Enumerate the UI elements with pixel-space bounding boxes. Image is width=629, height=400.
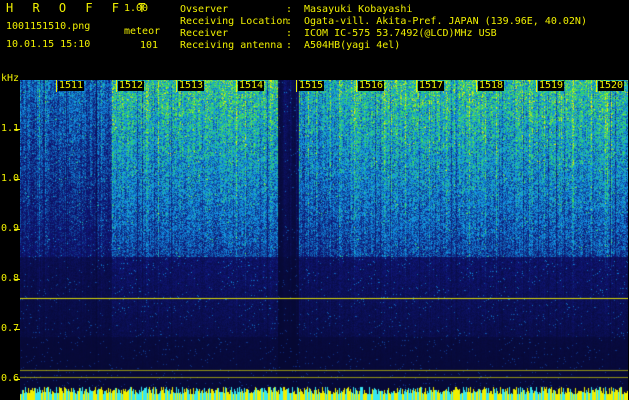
x-tick-mark	[536, 80, 537, 92]
spectrogram-panel	[20, 80, 628, 400]
x-tick-label: 1518	[478, 80, 505, 91]
x-tick-mark	[176, 80, 177, 92]
x-tick-label: 1514	[238, 80, 265, 91]
info-value-receiver: ICOM IC-575 53.7492(@LCD)MHz USB	[304, 28, 497, 39]
info-value-antenna: A504HB(yagi 4el)	[304, 40, 401, 51]
y-tick-mark	[14, 279, 20, 280]
meteor-label: meteor	[124, 26, 161, 37]
info-value-observer: Masayuki Kobayashi	[304, 4, 413, 15]
y-tick-mark	[14, 229, 20, 230]
x-tick-label: 1517	[418, 80, 445, 91]
info-label-observer: Ovserver	[180, 4, 229, 15]
y-tick-mark	[14, 179, 20, 180]
x-tick-mark	[476, 80, 477, 92]
x-tick-mark	[596, 80, 597, 92]
info-colon: :	[286, 28, 293, 39]
info-colon: :	[286, 4, 293, 15]
x-tick-label: 1515	[298, 80, 325, 91]
meteor-count: 101	[140, 40, 159, 51]
file-name: 1001151510.png	[6, 21, 91, 32]
y-tick-mark	[14, 379, 20, 380]
x-tick-label: 1519	[538, 80, 565, 91]
x-tick-label: 1520	[598, 80, 625, 91]
y-tick-mark	[14, 129, 20, 130]
info-label-location: Receiving Location	[180, 16, 289, 27]
app-version: 1.00	[124, 3, 149, 14]
x-tick-mark	[296, 80, 297, 92]
x-tick-mark	[416, 80, 417, 92]
info-label-antenna: Receiving antenna	[180, 40, 283, 51]
x-tick-mark	[116, 80, 117, 92]
x-tick-label: 1513	[178, 80, 205, 91]
info-colon: :	[286, 40, 293, 51]
info-value-location: Ogata-vill. Akita-Pref. JAPAN (139.96E, …	[304, 16, 587, 27]
x-tick-mark	[356, 80, 357, 92]
header-panel: H R O F F T 1.00 1001151510.png 10.01.15…	[0, 0, 629, 84]
spectrogram-canvas	[20, 80, 628, 400]
y-axis-unit: kHz	[1, 73, 20, 84]
x-tick-mark	[236, 80, 237, 92]
x-tick-mark	[56, 80, 57, 92]
y-tick-mark	[14, 329, 20, 330]
info-colon: :	[286, 16, 293, 27]
x-tick-label: 1511	[58, 80, 85, 91]
x-tick-label: 1516	[358, 80, 385, 91]
info-label-receiver: Receiver	[180, 28, 229, 39]
observation-datetime: 10.01.15 15:10	[6, 39, 91, 50]
x-tick-label: 1512	[118, 80, 145, 91]
